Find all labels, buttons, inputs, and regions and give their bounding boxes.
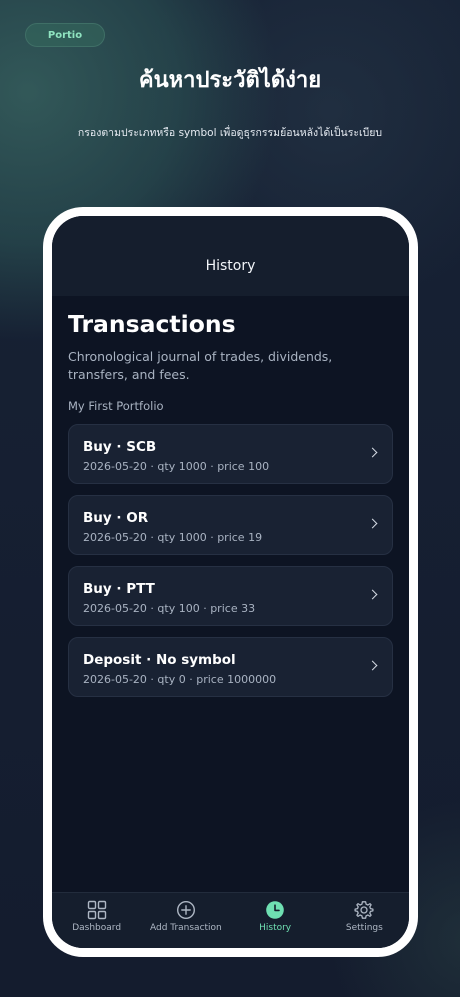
plus-circle-icon [176, 900, 195, 920]
hero-title: ค้นหาประวัติได้ง่าย [138, 68, 322, 93]
grid-icon [87, 900, 106, 920]
page-title: Transactions [68, 310, 236, 338]
phone-screen: History Transactions Chronological journ… [52, 216, 409, 948]
tab-settings[interactable]: Settings [320, 893, 409, 948]
nav-title: History [205, 258, 256, 274]
phone-frame: History Transactions Chronological journ… [43, 207, 418, 957]
transaction-title: Deposit · No symbol [83, 652, 236, 668]
transaction-list: Buy · SCB 2026-05-20 · qty 1000 · price … [68, 424, 393, 697]
transaction-row[interactable]: Buy · OR 2026-05-20 · qty 1000 · price 1… [68, 495, 393, 555]
page-description: Chronological journal of trades, dividen… [68, 349, 333, 382]
transaction-row[interactable]: Buy · PTT 2026-05-20 · qty 100 · price 3… [68, 566, 393, 626]
transaction-meta: 2026-05-20 · qty 1000 · price 100 [83, 460, 270, 473]
transaction-meta: 2026-05-20 · qty 0 · price 1000000 [83, 673, 277, 686]
transaction-title: Buy · PTT [83, 581, 155, 597]
tab-history[interactable]: History [231, 893, 320, 948]
clock-icon [266, 901, 284, 919]
transaction-row[interactable]: Deposit · No symbol 2026-05-20 · qty 0 ·… [68, 637, 393, 697]
history-content: Transactions Chronological journal of tr… [68, 310, 393, 708]
tab-label: Add Transaction [149, 923, 222, 933]
tab-label: Dashboard [72, 923, 122, 933]
tab-label: Settings [345, 923, 383, 933]
transaction-meta: 2026-05-20 · qty 100 · price 33 [83, 602, 256, 615]
hero-subtitle: กรองตามประเภทหรือ symbol เพื่อดูธุรกรรมย… [77, 127, 383, 139]
transaction-row[interactable]: Buy · SCB 2026-05-20 · qty 1000 · price … [68, 424, 393, 484]
brand-badge: Portio [25, 23, 105, 47]
transaction-meta: 2026-05-20 · qty 1000 · price 19 [83, 531, 263, 544]
navigation-bar: History [52, 216, 409, 296]
tab-add-transaction[interactable]: Add Transaction [141, 893, 230, 948]
gear-icon [354, 901, 374, 919]
tab-dashboard[interactable]: Dashboard [52, 893, 141, 948]
transaction-title: Buy · SCB [83, 439, 157, 455]
tab-bar: Dashboard Add Transaction History Settin… [52, 892, 409, 948]
portfolio-name: My First Portfolio [68, 399, 164, 413]
transaction-title: Buy · OR [83, 510, 149, 526]
tab-label: History [259, 923, 292, 933]
